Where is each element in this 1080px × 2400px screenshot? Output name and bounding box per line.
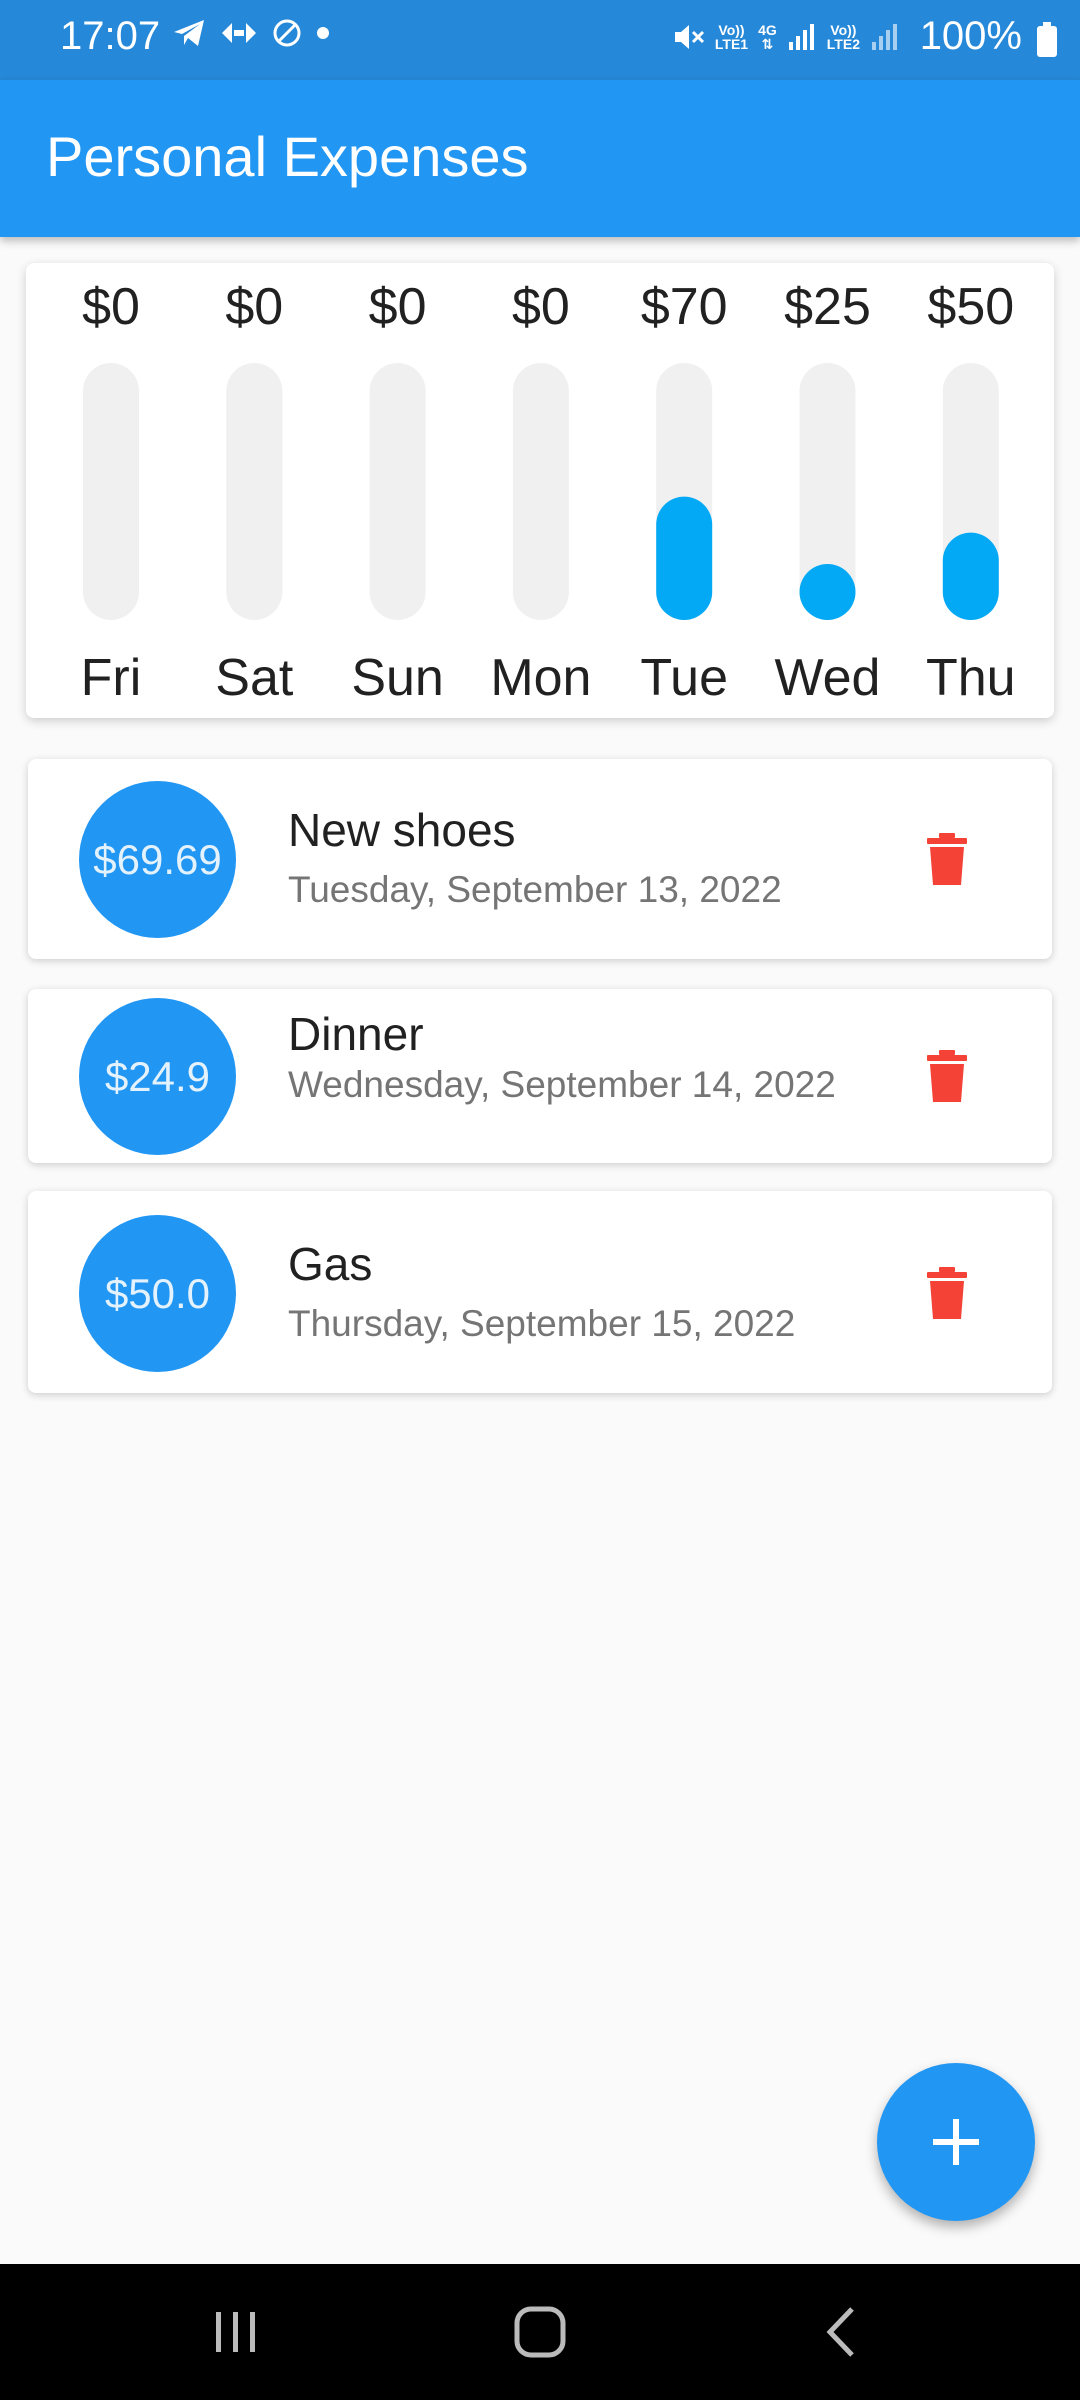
delete-button[interactable] [914, 826, 980, 892]
back-icon [826, 2307, 854, 2357]
mute-icon [674, 25, 704, 49]
bar-value-label: $0 [512, 278, 570, 336]
volte-lte2-icon: Vo)) LTE2 [827, 23, 860, 51]
bar-value-label: $0 [225, 278, 283, 336]
day-label: Mon [490, 649, 591, 707]
transaction-title: New shoes [288, 804, 516, 856]
app-bar: Personal Expenses [0, 80, 1080, 237]
transaction-date: Tuesday, September 13, 2022 [288, 869, 782, 910]
status-left-icons [172, 18, 330, 48]
do-not-disturb-icon [273, 19, 301, 47]
recent-apps-icon [216, 2312, 255, 2352]
signal-2-icon [872, 24, 897, 50]
transaction-item: $69.69 New shoes Tuesday, September 13, … [28, 759, 1052, 959]
transaction-date: Thursday, September 15, 2022 [288, 1303, 796, 1344]
signal-1-icon [788, 24, 814, 50]
home-button[interactable] [500, 2302, 580, 2362]
day-label: Sun [351, 649, 444, 707]
bar-value-label: $0 [82, 278, 140, 336]
bar-value-label: $0 [369, 278, 427, 336]
volte-label-2: Vo)) [830, 22, 857, 38]
day-label: Sat [215, 649, 294, 707]
trash-icon [927, 833, 967, 885]
bar-fill [942, 532, 999, 620]
battery-icon [1037, 22, 1057, 57]
add-expense-button[interactable] [877, 2063, 1035, 2221]
bar-value-label: $70 [641, 278, 728, 336]
transaction-title: Dinner [288, 1008, 424, 1060]
sim2-label: LTE2 [826, 36, 860, 52]
battery-percent: 100% [919, 14, 1022, 58]
bar-track [226, 363, 283, 620]
status-right-icons: Vo)) LTE1 4G ⇅ Vo)) LTE2 [671, 20, 900, 54]
weekly-chart-card: $0 Fri $0 Sat $0 Sun $0 Mon $70 Tue $25 Wed $50 Thu [26, 263, 1054, 718]
volte-lte1-icon: Vo)) LTE1 [715, 23, 748, 51]
transaction-item: $24.9 Dinner Wednesday, September 14, 20… [28, 989, 1052, 1163]
amount-avatar: $24.9 [79, 998, 236, 1155]
transaction-item: $50.0 Gas Thursday, September 15, 2022 [28, 1191, 1052, 1393]
trash-icon [927, 1050, 967, 1102]
plus-icon [933, 2119, 979, 2165]
status-bar: 17:07 Vo)) LTE1 4G ⇅ Vo)) LTE2 100% [0, 0, 1080, 80]
recent-apps-button[interactable] [196, 2302, 276, 2362]
home-icon [514, 2306, 566, 2358]
bar-fill [656, 496, 713, 620]
day-label: Wed [775, 649, 881, 707]
delete-button[interactable] [914, 1260, 980, 1326]
back-button[interactable] [802, 2302, 882, 2362]
data-arrows: ⇅ [761, 36, 774, 52]
network-4g-icon: 4G ⇅ [758, 23, 777, 51]
bar-value-label: $25 [784, 278, 871, 336]
sim1-label: LTE1 [714, 36, 749, 52]
delete-button[interactable] [914, 1043, 980, 1109]
amount-avatar: $69.69 [79, 781, 236, 938]
day-label: Tue [640, 649, 728, 707]
cast-arrows-icon [222, 23, 256, 43]
telegram-icon [174, 20, 204, 46]
bar-track [369, 363, 426, 620]
day-label: Fri [81, 649, 142, 707]
bar-track [512, 363, 569, 620]
trash-icon [927, 1267, 967, 1319]
transaction-date: Wednesday, September 14, 2022 [288, 1064, 836, 1105]
volte-label: Vo)) [718, 22, 745, 38]
system-nav-bar [0, 2264, 1080, 2400]
transaction-title: Gas [288, 1238, 373, 1290]
page-title: Personal Expenses [46, 125, 529, 188]
day-label: Thu [926, 649, 1016, 707]
bar-value-label: $50 [927, 278, 1014, 336]
bar-track [83, 363, 139, 620]
weekly-bar-chart: $0 Fri $0 Sat $0 Sun $0 Mon $70 Tue $25 Wed $50 Thu [81, 278, 1016, 707]
network-label: 4G [758, 22, 777, 38]
notification-dot-icon [317, 27, 329, 39]
bar-fill [799, 564, 856, 620]
status-time: 17:07 [60, 14, 161, 58]
amount-avatar: $50.0 [79, 1215, 236, 1372]
